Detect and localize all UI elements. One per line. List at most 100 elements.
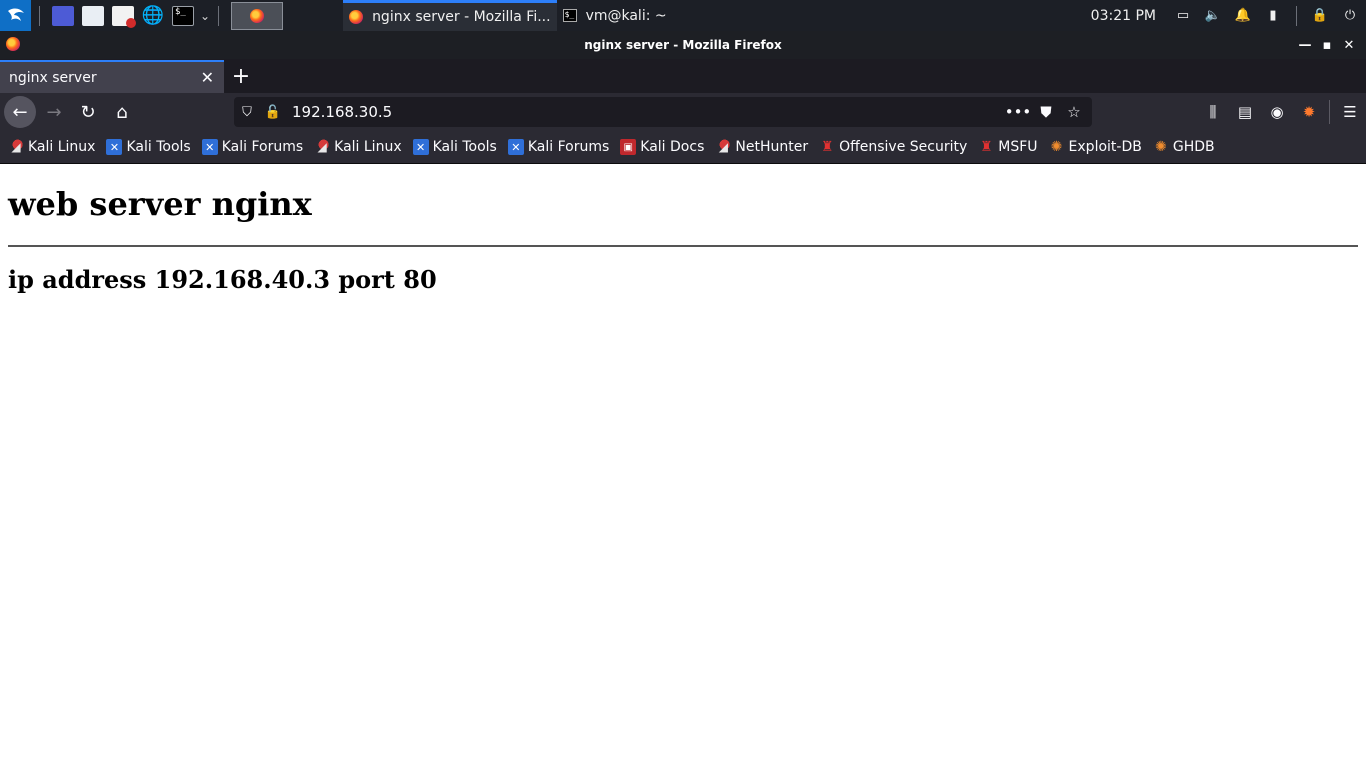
terminal-launcher[interactable]: $_ — [172, 5, 194, 26]
panel-separator — [218, 5, 220, 26]
bookmark-label: Offensive Security — [839, 139, 968, 155]
tab-strip: nginx server ✕ + — [0, 59, 1366, 93]
display-icon[interactable]: ▭ — [1175, 8, 1191, 24]
bookmark-label: Kali Forums — [527, 139, 610, 155]
tracking-protection-shield-icon[interactable]: ⛉ — [234, 97, 260, 127]
bookmark-ghdb[interactable]: ✺ GHDB — [1153, 139, 1215, 155]
kali-icon: ◢ — [8, 139, 24, 155]
bookmark-nethunter[interactable]: ◢ NetHunter — [715, 139, 808, 155]
page-content: web server nginx ip address 192.168.40.3… — [0, 164, 1366, 768]
exploitdb-icon: ✺ — [1050, 139, 1063, 155]
page-heading: web server nginx — [8, 185, 312, 223]
sidebar-icon[interactable]: ▤ — [1229, 96, 1261, 128]
insecure-lock-icon[interactable]: 🔓 — [260, 97, 286, 127]
battery-icon[interactable]: ▮ — [1265, 8, 1281, 24]
bookmark-kali-forums-2[interactable]: ✕ Kali Forums — [507, 139, 610, 155]
bookmark-kali-linux-2[interactable]: ◢ Kali Linux — [314, 139, 402, 155]
navigation-toolbar: ← → ↻ ⌂ ⛉ 🔓 192.168.30.5 ••• ⛊ ☆ ⫼ ▤ ◉ ✹… — [0, 93, 1366, 131]
web-browser-launcher[interactable]: 🌐 — [141, 5, 165, 26]
library-icon[interactable]: ⫼ — [1197, 96, 1229, 128]
url-bar[interactable]: ⛉ 🔓 192.168.30.5 ••• ⛊ ☆ — [234, 97, 1092, 127]
close-tab-icon[interactable]: ✕ — [201, 68, 214, 87]
globe-icon: 🌐 — [141, 5, 165, 26]
bookmark-label: Kali Tools — [432, 139, 497, 155]
chevron-down-icon[interactable]: ⌄ — [200, 9, 210, 23]
account-icon[interactable]: ◉ — [1261, 96, 1293, 128]
bookmark-star-icon[interactable]: ☆ — [1060, 103, 1088, 121]
notifications-bell-icon[interactable]: 🔔 — [1235, 8, 1251, 24]
bookmark-label: Kali Forums — [221, 139, 304, 155]
reload-button[interactable]: ↻ — [72, 96, 104, 128]
bookmark-label: Kali Docs — [640, 139, 705, 155]
new-tab-button[interactable]: + — [224, 60, 258, 93]
kali-icon: ◢ — [715, 139, 732, 155]
top-panel: 🌐 $_ ⌄ nginx server - Mozilla Fi... $_ v… — [0, 0, 1366, 31]
terminal-icon: $_ — [562, 9, 577, 22]
firefox-icon — [6, 37, 20, 51]
window-titlebar: nginx server - Mozilla Firefox — ▪ ✕ — [0, 31, 1366, 59]
bookmark-label: Kali Linux — [334, 139, 402, 155]
minimize-button[interactable]: — — [1294, 38, 1316, 53]
taskbar-item-label: vm@kali: ~ — [585, 7, 667, 24]
window-title: nginx server - Mozilla Firefox — [584, 38, 782, 52]
bookmark-kali-tools[interactable]: ✕ Kali Tools — [106, 139, 191, 155]
show-desktop-launcher[interactable] — [52, 5, 74, 26]
taskbar-item-terminal[interactable]: $_ vm@kali: ~ — [557, 0, 673, 31]
hamburger-menu-icon[interactable]: ☰ — [1334, 96, 1366, 128]
kali-tools-icon: ✕ — [106, 139, 123, 155]
reload-icon: ↻ — [80, 101, 96, 123]
close-window-button[interactable]: ✕ — [1338, 38, 1360, 53]
pocket-icon[interactable]: ⛊ — [1032, 103, 1060, 121]
file-manager-launcher[interactable] — [82, 5, 104, 26]
kali-dragon-icon — [7, 8, 24, 21]
exploitdb-icon: ✺ — [1154, 139, 1167, 155]
bookmark-kali-docs[interactable]: ▣ Kali Docs — [620, 139, 704, 155]
home-button[interactable]: ⌂ — [106, 96, 138, 128]
bookmark-msfu[interactable]: ♜ MSFU — [978, 139, 1038, 155]
kali-tools-icon: ✕ — [507, 139, 524, 155]
tab-label: nginx server — [9, 69, 97, 86]
back-button[interactable]: ← — [4, 96, 36, 128]
power-icon[interactable]: ⏻ — [1342, 8, 1358, 24]
offsec-icon: ♜ — [820, 139, 834, 155]
kali-tools-icon: ✕ — [412, 139, 429, 155]
text-editor-launcher[interactable] — [112, 5, 136, 28]
clock[interactable]: 03:21 PM — [1091, 8, 1156, 24]
bookmark-label: Exploit-DB — [1068, 139, 1142, 155]
bookmark-label: GHDB — [1172, 139, 1215, 155]
forward-button[interactable]: → — [38, 96, 70, 128]
extension-fox-icon[interactable]: ✹ — [1293, 96, 1325, 128]
kali-icon: ◢ — [314, 139, 331, 155]
bookmark-label: MSFU — [998, 139, 1038, 155]
maximize-button[interactable]: ▪ — [1316, 38, 1338, 53]
firefox-icon — [349, 10, 364, 24]
volume-icon[interactable]: 🔈 — [1205, 8, 1221, 24]
terminal-icon: $_ — [175, 6, 186, 17]
kali-docs-icon: ▣ — [620, 139, 637, 155]
taskbar-item-firefox[interactable]: nginx server - Mozilla Fi... — [343, 0, 557, 31]
url-text[interactable]: 192.168.30.5 — [292, 103, 1004, 121]
arrow-right-icon: → — [46, 101, 62, 123]
bookmarks-toolbar: ◢ Kali Linux ✕ Kali Tools ✕ Kali Forums ◢ Ka… — [0, 131, 1366, 164]
lock-screen-icon[interactable]: 🔒 — [1312, 8, 1328, 24]
page-actions-icon[interactable]: ••• — [1004, 103, 1032, 121]
panel-separator — [39, 5, 40, 26]
bookmark-label: Kali Linux — [28, 139, 96, 155]
bookmark-label: Kali Tools — [126, 139, 191, 155]
tab-nginx-server[interactable]: nginx server ✕ — [0, 60, 224, 93]
plus-icon: + — [231, 64, 251, 89]
bookmark-exploit-db[interactable]: ✺ Exploit-DB — [1049, 139, 1142, 155]
panel-separator — [1296, 5, 1297, 26]
taskbar-item-label: nginx server - Mozilla Fi... — [372, 9, 551, 25]
arrow-left-icon: ← — [12, 101, 28, 123]
horizontal-rule — [8, 245, 1358, 247]
home-icon: ⌂ — [116, 101, 128, 123]
bookmark-kali-tools-2[interactable]: ✕ Kali Tools — [412, 139, 497, 155]
offsec-icon: ♜ — [980, 139, 993, 155]
bookmark-kali-linux[interactable]: ◢ Kali Linux — [8, 139, 95, 155]
workspace-switcher[interactable] — [231, 1, 284, 30]
kali-menu-button[interactable] — [0, 0, 31, 31]
page-subheading: ip address 192.168.40.3 port 80 — [8, 265, 437, 294]
bookmark-kali-forums[interactable]: ✕ Kali Forums — [201, 139, 304, 155]
bookmark-offensive-security[interactable]: ♜ Offensive Security — [819, 139, 967, 155]
